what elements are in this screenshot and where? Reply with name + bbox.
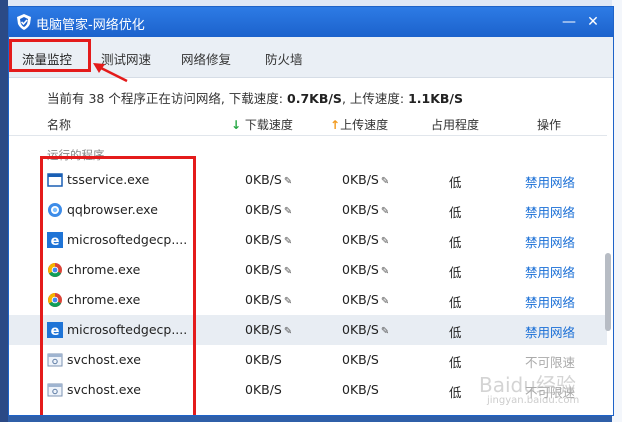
column-header-download[interactable]: ↓ 下载速度 (231, 116, 293, 133)
usage-level: 低 (449, 265, 462, 280)
download-speed: 0KB/S (245, 352, 282, 367)
download-speed-text: 0KB/S (245, 382, 282, 397)
tab-highlight-box (9, 39, 91, 72)
upload-speed-text: 0KB/S (342, 262, 379, 277)
edit-download-limit-icon[interactable]: ✎ (284, 296, 292, 307)
title-bar[interactable]: 电脑管家-网络优化 — ✕ (9, 7, 613, 37)
edit-upload-limit-icon[interactable]: ✎ (381, 176, 389, 187)
usage-level: 低 (449, 235, 462, 250)
shield-logo-icon (17, 14, 31, 30)
minimize-button[interactable]: — (561, 14, 577, 30)
upload-speed: 0KB/S ✎ (342, 292, 389, 307)
upload-speed: 0KB/S ✎ (342, 202, 389, 217)
download-speed-text: 0KB/S (245, 202, 282, 217)
annotation-arrow (93, 63, 128, 83)
close-button[interactable]: ✕ (585, 14, 601, 30)
column-header-action: 操作 (537, 118, 562, 132)
upload-speed: 0KB/S (342, 352, 379, 367)
download-speed: 0KB/S ✎ (245, 292, 292, 307)
usage-level: 低 (449, 175, 462, 190)
upload-speed-text: 0KB/S (342, 172, 379, 187)
tab-network-repair[interactable]: 网络修复 (181, 49, 231, 68)
tab-firewall[interactable]: 防火墙 (265, 49, 303, 68)
network-optimization-window: 电脑管家-网络优化 — ✕ 流量监控 测试网速 网络修复 防火墙 当前有 38 … (8, 6, 614, 416)
upload-speed-text: 0KB/S (342, 202, 379, 217)
download-speed-value: 0.7KB/S (287, 91, 342, 106)
upload-speed: 0KB/S (342, 382, 379, 397)
download-speed-text: 0KB/S (245, 352, 282, 367)
download-speed: 0KB/S (245, 382, 282, 397)
edit-upload-limit-icon[interactable]: ✎ (381, 206, 389, 217)
download-speed-text: 0KB/S (245, 322, 282, 337)
column-header-upload[interactable]: ↑上传速度 (330, 116, 388, 133)
edit-upload-limit-icon[interactable]: ✎ (381, 236, 389, 247)
upload-speed-text: 0KB/S (342, 322, 379, 337)
download-speed-text: 0KB/S (245, 232, 282, 247)
window-title: 电脑管家-网络优化 (36, 18, 145, 33)
disable-network-link[interactable]: 禁用网络 (525, 232, 575, 251)
upload-speed-text: 0KB/S (342, 382, 379, 397)
edit-upload-limit-icon[interactable]: ✎ (381, 296, 389, 307)
download-speed: 0KB/S ✎ (245, 172, 292, 187)
download-speed: 0KB/S ✎ (245, 232, 292, 247)
disable-network-link[interactable]: 禁用网络 (525, 322, 575, 341)
header-divider (9, 135, 607, 136)
download-speed: 0KB/S ✎ (245, 262, 292, 277)
edit-download-limit-icon[interactable]: ✎ (284, 236, 292, 247)
download-speed: 0KB/S ✎ (245, 322, 292, 337)
watermark-logo: Baidu经验 (479, 373, 576, 397)
edit-upload-limit-icon[interactable]: ✎ (381, 266, 389, 277)
disable-network-link[interactable]: 禁用网络 (525, 292, 575, 311)
column-header-upload-label: 上传速度 (340, 118, 389, 132)
edit-download-limit-icon[interactable]: ✎ (284, 266, 292, 277)
disable-network-link[interactable]: 禁用网络 (525, 262, 575, 281)
edit-download-limit-icon[interactable]: ✎ (284, 326, 292, 337)
column-header-download-label: 下载速度 (244, 118, 293, 132)
summary-separator: , 上传速度: (341, 91, 409, 106)
disable-network-link[interactable]: 禁用网络 (525, 172, 575, 191)
usage-level: 低 (449, 355, 462, 370)
upload-arrow-icon: ↑ (330, 118, 341, 132)
column-header-usage[interactable]: 占用程度 (431, 116, 479, 133)
upload-speed-text: 0KB/S (342, 232, 379, 247)
upload-speed-text: 0KB/S (342, 352, 379, 367)
disable-network-link[interactable]: 禁用网络 (525, 202, 575, 221)
column-header-name[interactable]: 名称 (47, 116, 71, 133)
desktop-background (0, 0, 8, 422)
download-speed-text: 0KB/S (245, 172, 282, 187)
watermark-url: jingyan.baidu.com (487, 395, 580, 406)
download-arrow-icon: ↓ (231, 118, 242, 132)
usage-level: 低 (449, 325, 462, 340)
usage-level: 低 (449, 295, 462, 310)
edit-download-limit-icon[interactable]: ✎ (284, 206, 292, 217)
upload-speed: 0KB/S ✎ (342, 262, 389, 277)
upload-speed-value: 1.1KB/S (408, 91, 464, 106)
download-speed-text: 0KB/S (245, 292, 282, 307)
edit-download-limit-icon[interactable]: ✎ (284, 176, 292, 187)
upload-speed: 0KB/S ✎ (342, 232, 389, 247)
download-speed-text: 0KB/S (245, 262, 282, 277)
scrollbar-thumb[interactable] (605, 253, 611, 331)
upload-speed: 0KB/S ✎ (342, 172, 389, 187)
usage-level: 低 (449, 385, 462, 400)
summary-text: 当前有 38 个程序正在访问网络, 下载速度: (47, 91, 287, 106)
upload-speed-text: 0KB/S (342, 292, 379, 307)
upload-speed: 0KB/S ✎ (342, 322, 389, 337)
traffic-summary: 当前有 38 个程序正在访问网络, 下载速度: 0.7KB/S, 上传速度: 1… (47, 88, 463, 107)
usage-level: 低 (449, 205, 462, 220)
process-highlight-box (40, 156, 196, 415)
edit-upload-limit-icon[interactable]: ✎ (381, 326, 389, 337)
download-speed: 0KB/S ✎ (245, 202, 292, 217)
